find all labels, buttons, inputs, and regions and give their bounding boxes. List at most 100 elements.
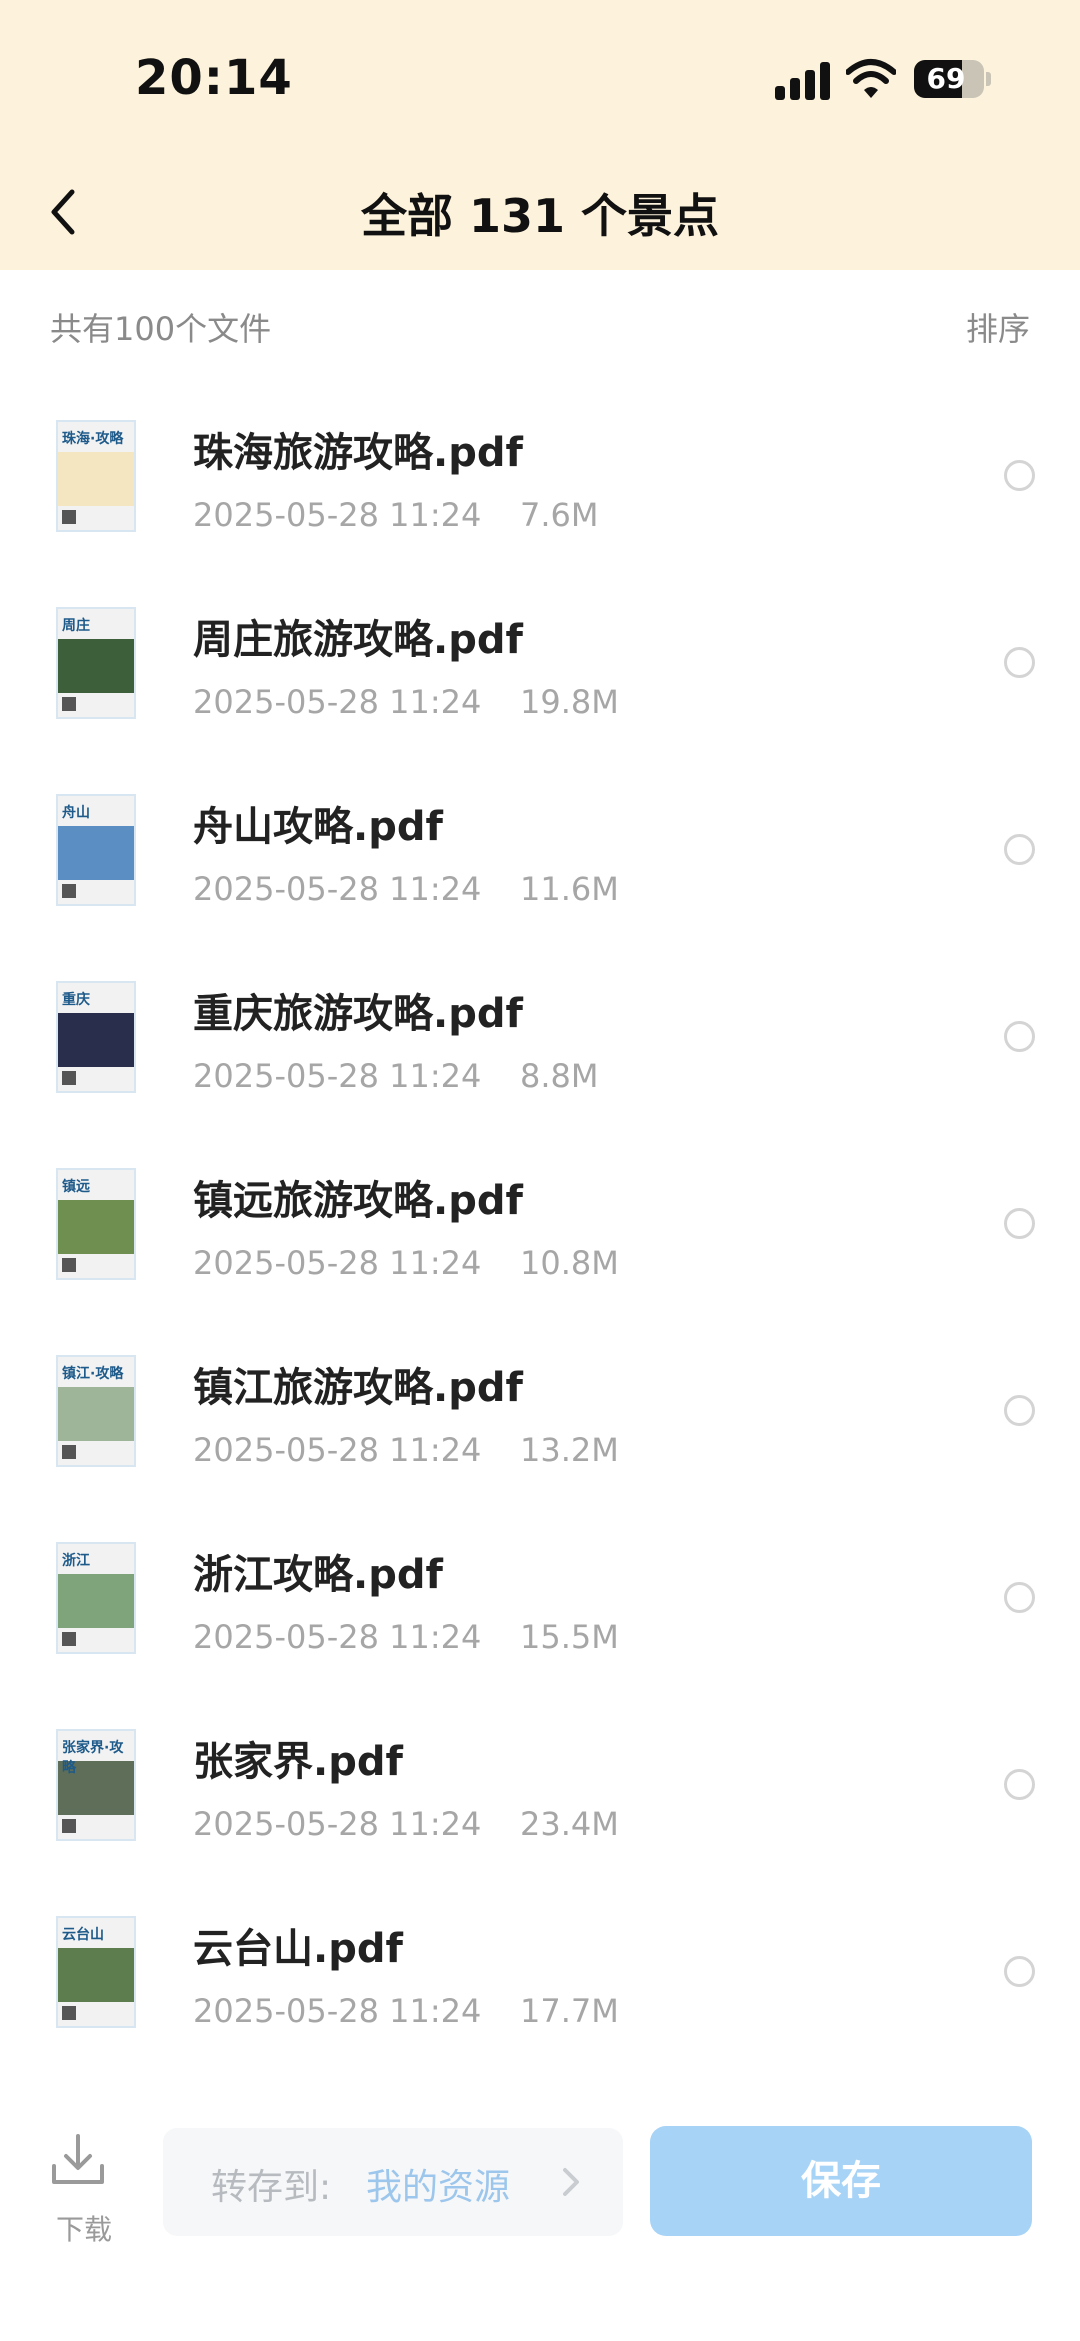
file-date: 2025-05-28 11:24 xyxy=(193,1057,482,1095)
transfer-label: 转存到: xyxy=(211,2167,332,2208)
transfer-destination-selector[interactable]: 转存到: 我的资源 xyxy=(163,2128,623,2236)
battery-tip xyxy=(986,72,991,86)
file-row[interactable]: 珠海·攻略 珠海旅游攻略.pdf 2025-05-28 11:24 7.6M xyxy=(0,400,1080,587)
wifi-icon xyxy=(846,59,896,98)
thumbnail-image xyxy=(58,1013,134,1067)
header: 20:14 69 全部 131 个景点 xyxy=(0,0,1080,270)
file-row[interactable]: 镇远 镇远旅游攻略.pdf 2025-05-28 11:24 10.8M xyxy=(0,1148,1080,1335)
qr-code-icon xyxy=(62,884,76,898)
pdf-thumbnail-icon: 镇远 xyxy=(56,1168,136,1280)
select-radio[interactable] xyxy=(1004,460,1035,491)
file-name: 镇远旅游攻略.pdf xyxy=(193,1178,523,1224)
file-row[interactable]: 浙江 浙江攻略.pdf 2025-05-28 11:24 15.5M xyxy=(0,1522,1080,1709)
file-row[interactable]: 张家界·攻略 张家界.pdf 2025-05-28 11:24 23.4M xyxy=(0,1709,1080,1896)
file-name: 浙江攻略.pdf xyxy=(193,1552,443,1598)
file-date: 2025-05-28 11:24 xyxy=(193,870,482,908)
select-radio[interactable] xyxy=(1004,1956,1035,1987)
file-date: 2025-05-28 11:24 xyxy=(193,496,482,534)
thumbnail-image xyxy=(58,1948,134,2002)
thumbnail-cover-text: 舟山 xyxy=(62,805,90,821)
pdf-thumbnail-icon: 镇江·攻略 xyxy=(56,1355,136,1467)
file-name: 重庆旅游攻略.pdf xyxy=(193,991,523,1037)
file-name: 舟山攻略.pdf xyxy=(193,804,443,850)
thumbnail-image xyxy=(58,826,134,880)
file-count-label: 共有100个文件 xyxy=(50,310,272,348)
thumbnail-image xyxy=(58,1574,134,1628)
download-icon xyxy=(52,2134,104,2184)
cellular-signal-icon xyxy=(775,62,831,100)
file-size: 8.8M xyxy=(520,1057,599,1095)
file-row[interactable]: 舟山 舟山攻略.pdf 2025-05-28 11:24 11.6M xyxy=(0,774,1080,961)
list-subheader: 共有100个文件 排序 xyxy=(0,290,1080,360)
file-size: 19.8M xyxy=(520,683,619,721)
file-name: 张家界.pdf xyxy=(193,1739,403,1785)
thumbnail-cover-text: 珠海·攻略 xyxy=(62,431,124,447)
chevron-right-icon xyxy=(563,2168,579,2196)
file-date: 2025-05-28 11:24 xyxy=(193,1805,482,1843)
select-radio[interactable] xyxy=(1004,1208,1035,1239)
thumbnail-cover-text: 重庆 xyxy=(62,992,90,1008)
pdf-thumbnail-icon: 张家界·攻略 xyxy=(56,1729,136,1841)
pdf-thumbnail-icon: 周庄 xyxy=(56,607,136,719)
page-title: 全部 131 个景点 xyxy=(360,189,720,243)
qr-code-icon xyxy=(62,697,76,711)
battery-icon: 69 xyxy=(914,60,984,98)
file-size: 15.5M xyxy=(520,1618,619,1656)
file-name: 镇江旅游攻略.pdf xyxy=(193,1365,523,1411)
download-button[interactable]: 下载 xyxy=(40,2130,120,2250)
qr-code-icon xyxy=(62,510,76,524)
qr-code-icon xyxy=(62,1258,76,1272)
select-radio[interactable] xyxy=(1004,1582,1035,1613)
file-date: 2025-05-28 11:24 xyxy=(193,1431,482,1469)
status-bar: 20:14 69 xyxy=(0,0,1080,160)
qr-code-icon xyxy=(62,1632,76,1646)
file-name: 周庄旅游攻略.pdf xyxy=(193,617,523,663)
thumbnail-cover-text: 浙江 xyxy=(62,1553,90,1569)
qr-code-icon xyxy=(62,1071,76,1085)
select-radio[interactable] xyxy=(1004,647,1035,678)
file-size: 17.7M xyxy=(520,1992,619,2030)
pdf-thumbnail-icon: 浙江 xyxy=(56,1542,136,1654)
file-size: 7.6M xyxy=(520,496,599,534)
file-date: 2025-05-28 11:24 xyxy=(193,1244,482,1282)
thumbnail-cover-text: 张家界·攻略 xyxy=(62,1740,124,1776)
pdf-thumbnail-icon: 云台山 xyxy=(56,1916,136,2028)
select-radio[interactable] xyxy=(1004,1395,1035,1426)
thumbnail-image xyxy=(58,1200,134,1254)
download-label: 下载 xyxy=(56,2213,113,2246)
nav-bar: 全部 131 个景点 xyxy=(0,160,1080,270)
file-row[interactable]: 云台山 云台山.pdf 2025-05-28 11:24 17.7M xyxy=(0,1896,1080,2083)
file-size: 23.4M xyxy=(520,1805,619,1843)
file-date: 2025-05-28 11:24 xyxy=(193,1992,482,2030)
bottom-action-bar: 下载 转存到: 我的资源 保存 xyxy=(0,2100,1080,2341)
status-time: 20:14 xyxy=(135,50,293,106)
sort-button[interactable]: 排序 xyxy=(966,304,1030,350)
file-name: 云台山.pdf xyxy=(193,1926,403,1972)
qr-code-icon xyxy=(62,1819,76,1833)
file-name: 珠海旅游攻略.pdf xyxy=(193,430,523,476)
pdf-thumbnail-icon: 舟山 xyxy=(56,794,136,906)
file-row[interactable]: 周庄 周庄旅游攻略.pdf 2025-05-28 11:24 19.8M xyxy=(0,587,1080,774)
file-row[interactable]: 镇江·攻略 镇江旅游攻略.pdf 2025-05-28 11:24 13.2M xyxy=(0,1335,1080,1522)
thumbnail-cover-text: 周庄 xyxy=(62,618,90,634)
thumbnail-cover-text: 云台山 xyxy=(62,1927,104,1943)
battery-percent: 69 xyxy=(926,62,966,95)
thumbnail-cover-text: 镇江·攻略 xyxy=(62,1366,124,1382)
select-radio[interactable] xyxy=(1004,1769,1035,1800)
select-radio[interactable] xyxy=(1004,1021,1035,1052)
file-date: 2025-05-28 11:24 xyxy=(193,683,482,721)
save-button[interactable]: 保存 xyxy=(650,2126,1032,2236)
file-size: 11.6M xyxy=(520,870,619,908)
thumbnail-cover-text: 镇远 xyxy=(62,1179,90,1195)
pdf-thumbnail-icon: 珠海·攻略 xyxy=(56,420,136,532)
qr-code-icon xyxy=(62,2006,76,2020)
pdf-thumbnail-icon: 重庆 xyxy=(56,981,136,1093)
thumbnail-image xyxy=(58,1387,134,1441)
qr-code-icon xyxy=(62,1445,76,1459)
file-size: 10.8M xyxy=(520,1244,619,1282)
thumbnail-image xyxy=(58,639,134,693)
file-date: 2025-05-28 11:24 xyxy=(193,1618,482,1656)
select-radio[interactable] xyxy=(1004,834,1035,865)
file-row[interactable]: 重庆 重庆旅游攻略.pdf 2025-05-28 11:24 8.8M xyxy=(0,961,1080,1148)
transfer-target: 我的资源 xyxy=(366,2167,511,2208)
